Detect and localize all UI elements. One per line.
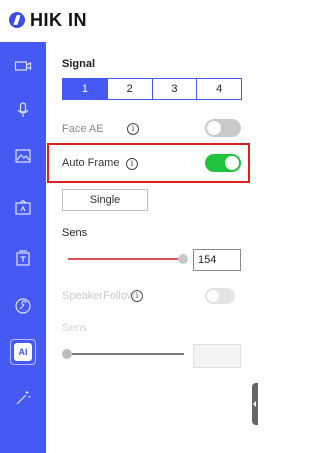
camera-icon (14, 61, 32, 71)
face-ae-label: Face AE (62, 123, 104, 135)
toggle-knob (207, 121, 221, 135)
sens-disabled-slider-thumb[interactable] (62, 349, 72, 359)
app-title: HIK IN (30, 10, 87, 30)
auto-frame-info-icon[interactable]: i (126, 158, 138, 170)
signal-option-3[interactable]: 3 (153, 79, 198, 99)
sens-disabled-slider-track[interactable] (72, 353, 184, 355)
collapse-panel-handle[interactable] (252, 383, 258, 425)
sens-slider-track[interactable] (68, 258, 182, 260)
signal-option-1[interactable]: 1 (63, 79, 108, 99)
sens-label: Sens (62, 227, 88, 239)
sidebar-item-camera[interactable] (0, 46, 46, 86)
sidebar-item-maintenance[interactable] (0, 286, 46, 326)
sidebar-item-osd[interactable] (0, 238, 46, 278)
sens-slider-thumb[interactable] (178, 254, 188, 264)
ai-icon: AI (14, 343, 32, 361)
toggle-knob (207, 290, 219, 302)
auto-frame-toggle[interactable] (205, 154, 241, 172)
signal-selector: 1 2 3 4 (62, 78, 242, 100)
sidebar-item-effects[interactable] (0, 378, 46, 418)
toggle-knob (225, 156, 239, 170)
text-overlay-icon (16, 250, 30, 266)
image-icon (15, 149, 31, 163)
picture-settings-icon (15, 199, 31, 215)
auto-frame-single-button[interactable]: Single (62, 189, 148, 211)
speaker-follow-label: SpeakerFollow (62, 290, 135, 302)
sidebar-item-ai[interactable]: AI (0, 332, 46, 372)
signal-option-4[interactable]: 4 (197, 79, 241, 99)
sidebar-item-picture[interactable] (0, 188, 46, 228)
auto-frame-label: Auto Frame (62, 157, 120, 169)
magic-wand-icon (16, 391, 31, 405)
signal-label: Signal (62, 58, 96, 70)
microphone-icon (17, 102, 29, 117)
sens-value-input[interactable]: 154 (193, 249, 241, 271)
wrench-icon (15, 298, 31, 314)
sens-disabled-label: Sens (62, 322, 88, 334)
speaker-follow-info-icon[interactable]: i (131, 290, 143, 302)
ai-icon-frame: AI (10, 339, 36, 365)
sens-disabled-value-input[interactable] (193, 344, 241, 368)
face-ae-toggle[interactable] (205, 119, 241, 137)
speaker-follow-toggle[interactable] (205, 288, 235, 304)
sidebar-item-image[interactable] (0, 136, 46, 176)
signal-option-2[interactable]: 2 (108, 79, 153, 99)
sidebar-item-audio[interactable] (0, 90, 46, 130)
app-header: HIK IN (0, 0, 258, 42)
hik-logo-icon (9, 12, 25, 28)
face-ae-info-icon[interactable]: i (127, 123, 139, 135)
sidebar: AI (0, 42, 46, 453)
